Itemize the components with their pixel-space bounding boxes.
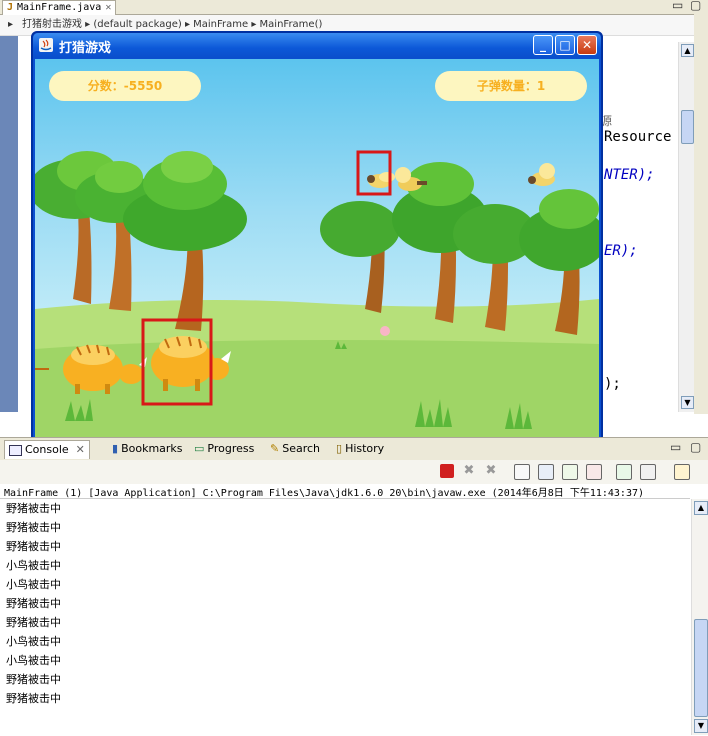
maximize-icon: □ xyxy=(559,38,571,52)
editor-gutter xyxy=(0,36,18,412)
console-line: 野猪被击中 xyxy=(6,540,61,553)
bookmark-icon: ▮ xyxy=(112,442,119,455)
scroll-down-icon[interactable]: ▼ xyxy=(694,719,708,733)
code-fragment-5: ); xyxy=(604,376,621,392)
console-line: 野猪被击中 xyxy=(6,502,61,515)
minimize-button[interactable]: _ xyxy=(533,35,553,55)
scroll-lock-icon[interactable] xyxy=(538,464,554,480)
game-scene xyxy=(35,150,599,437)
console-line: 小鸟被击中 xyxy=(6,559,61,572)
console-line: 野猪被击中 xyxy=(6,597,61,610)
open-console-icon[interactable] xyxy=(674,464,690,480)
view-maximize-button[interactable]: ▢ xyxy=(690,440,701,454)
show-on-output-icon[interactable] xyxy=(586,464,602,480)
code-fragment-2: Resource xyxy=(604,129,672,145)
tree-right-1 xyxy=(320,201,400,313)
overview-ruler xyxy=(694,14,708,414)
maximize-button[interactable]: □ xyxy=(555,35,575,55)
scroll-up-icon[interactable]: ▲ xyxy=(694,501,708,515)
editor-tab-bar: J MainFrame.java ✕ ▭ ▢ xyxy=(0,0,708,15)
console-scrollbar[interactable]: ▲ ▼ xyxy=(691,499,708,735)
window-title-bar[interactable]: 打猎游戏 _ □ ✕ xyxy=(33,33,601,58)
bird-3 xyxy=(528,163,555,186)
scroll-up-icon[interactable]: ▲ xyxy=(681,44,694,57)
java-app-icon xyxy=(39,38,53,52)
tab-search[interactable]: ✎ Search xyxy=(270,440,320,458)
code-fragment-3: NTER); xyxy=(604,167,655,183)
console-line: 小鸟被击中 xyxy=(6,578,61,591)
pin-console-icon[interactable] xyxy=(616,464,632,480)
game-window: 打猎游戏 _ □ ✕ 分数：-5550 子弹数量：1 xyxy=(31,31,603,439)
tab-label: Bookmarks xyxy=(121,442,183,455)
game-canvas[interactable]: 分数：-5550 子弹数量：1 xyxy=(35,59,599,437)
java-file-icon: J xyxy=(7,2,14,13)
search-icon: ✎ xyxy=(270,442,280,455)
flower xyxy=(380,326,390,336)
console-line: 野猪被击中 xyxy=(6,673,61,686)
clear-console-icon[interactable] xyxy=(514,464,530,480)
code-fragment-4: ER); xyxy=(604,243,638,259)
tab-label: Progress xyxy=(207,442,255,455)
word-wrap-icon[interactable] xyxy=(562,464,578,480)
console-output[interactable]: 野猪被击中 野猪被击中 野猪被击中 小鸟被击中 小鸟被击中 野猪被击中 野猪被击… xyxy=(0,498,690,736)
terminate-icon[interactable] xyxy=(440,464,454,478)
remove-all-icon[interactable]: ✖ xyxy=(484,464,498,478)
editor-maximize-button[interactable]: ▢ xyxy=(690,0,701,12)
score-display: 分数：-5550 xyxy=(49,71,201,101)
ground-front xyxy=(35,340,599,437)
launch-info: MainFrame (1) [Java Application] C:\Prog… xyxy=(4,488,645,499)
minimize-icon: _ xyxy=(540,38,546,52)
tab-label: Search xyxy=(282,442,321,455)
console-line: 小鸟被击中 xyxy=(6,635,61,648)
editor-scrollbar[interactable]: ▲ ▼ xyxy=(678,42,695,412)
console-line: 野猪被击中 xyxy=(6,521,61,534)
scroll-thumb[interactable] xyxy=(694,619,708,717)
progress-icon: ▭ xyxy=(194,442,205,455)
tab-history[interactable]: ▯ History xyxy=(336,440,384,458)
console-line: 小鸟被击中 xyxy=(6,654,61,667)
tab-label: Console xyxy=(25,443,69,456)
console-line: 野猪被击中 xyxy=(6,616,61,629)
scroll-down-icon[interactable]: ▼ xyxy=(681,396,694,409)
bullet-count-display: 子弹数量：1 xyxy=(435,71,587,101)
view-minimize-button[interactable]: ▭ xyxy=(670,440,681,454)
tab-bookmarks[interactable]: ▮ Bookmarks xyxy=(112,440,183,458)
editor-tab-mainframe[interactable]: J MainFrame.java ✕ xyxy=(2,0,117,15)
console-line: 野猪被击中 xyxy=(6,692,61,705)
tab-progress[interactable]: ▭ Progress xyxy=(194,440,254,458)
tab-label: History xyxy=(345,442,385,455)
console-icon xyxy=(9,444,22,456)
window-title: 打猎游戏 xyxy=(59,41,112,56)
history-icon: ▯ xyxy=(336,442,343,455)
close-icon[interactable]: ✕ xyxy=(105,1,111,15)
editor-minimize-button[interactable]: ▭ xyxy=(672,0,683,12)
chevron-right-icon[interactable]: ▸ xyxy=(8,15,13,35)
editor-tab-label: MainFrame.java xyxy=(17,2,102,13)
remove-launch-icon[interactable]: ✖ xyxy=(462,464,476,478)
scroll-thumb[interactable] xyxy=(681,110,694,144)
tab-console[interactable]: Console ✕ xyxy=(4,440,90,459)
display-console-icon[interactable] xyxy=(640,464,656,480)
console-tab-bar: Console ✕ ▮ Bookmarks ▭ Progress ✎ Searc… xyxy=(0,437,708,461)
close-icon: ✕ xyxy=(581,38,593,52)
close-button[interactable]: ✕ xyxy=(577,35,597,55)
close-icon[interactable]: ✕ xyxy=(76,441,85,459)
